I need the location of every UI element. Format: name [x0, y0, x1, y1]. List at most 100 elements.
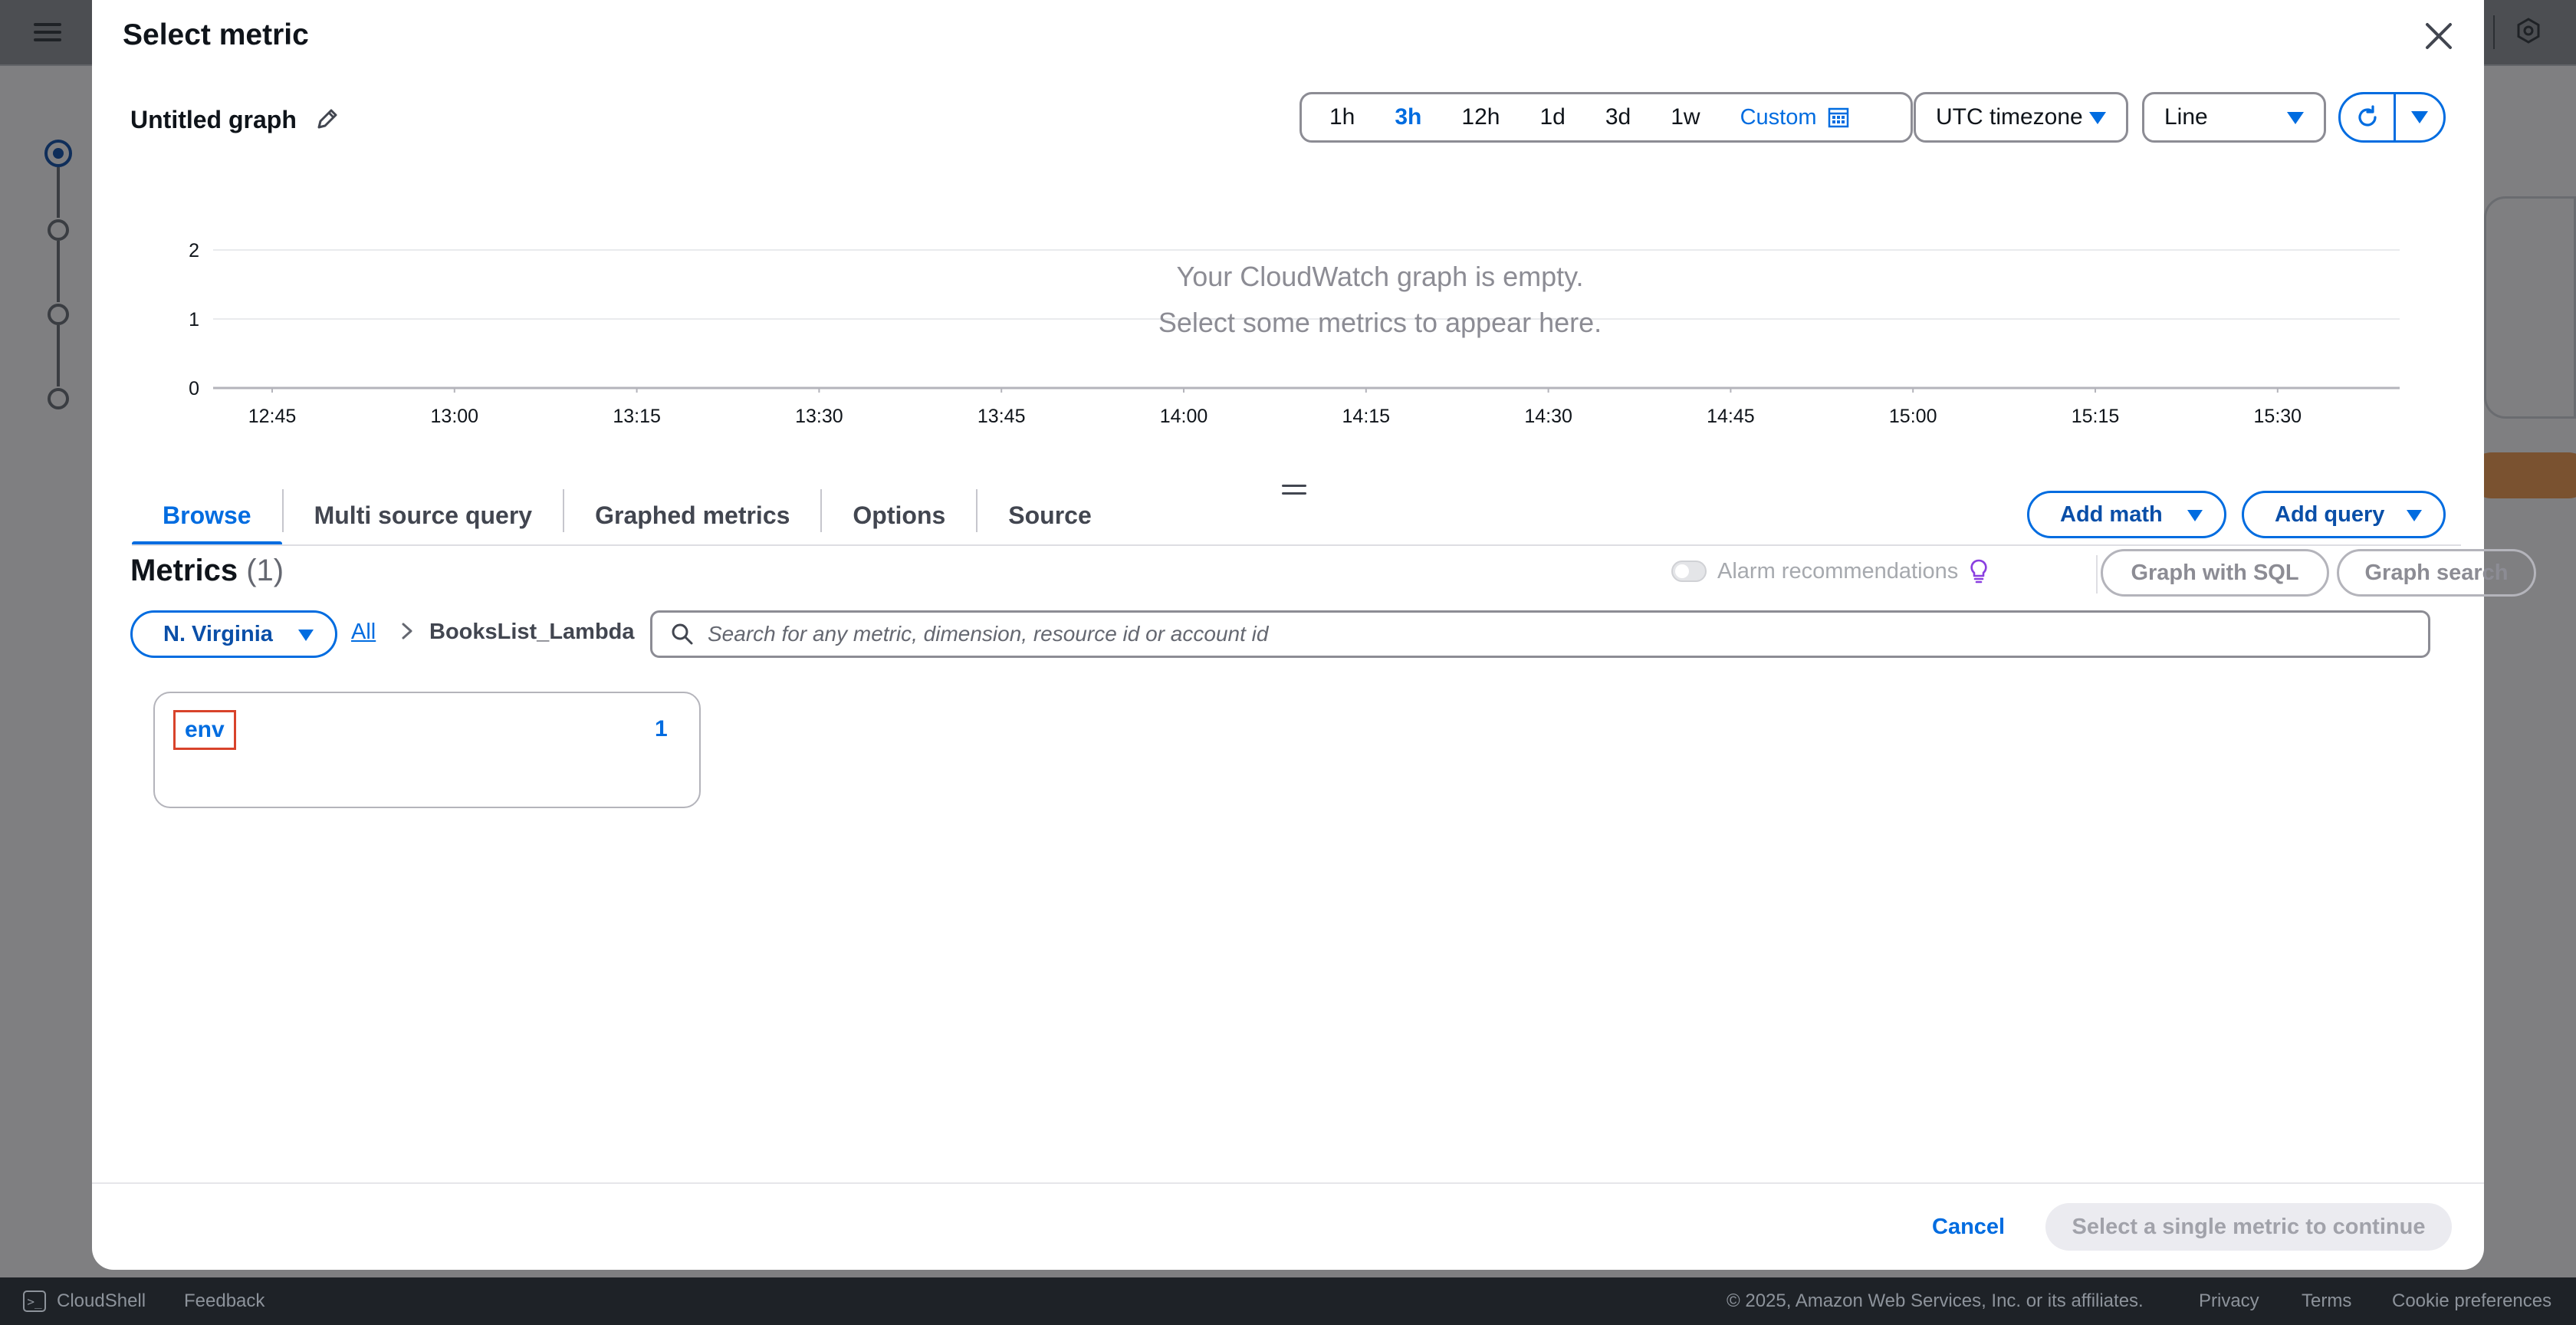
metric-namespace-card[interactable]: env 1	[153, 692, 701, 808]
caret-down-icon	[2089, 112, 2106, 124]
x-tick-label: 13:15	[613, 406, 661, 427]
step-indicator	[48, 388, 69, 409]
tabs-divider-line	[132, 544, 2461, 546]
step-connector	[57, 241, 60, 302]
close-icon[interactable]	[2420, 17, 2458, 55]
caret-down-icon	[2287, 112, 2304, 124]
edit-pencil-icon[interactable]	[314, 106, 340, 132]
copyright-text: © 2025, Amazon Web Services, Inc. or its…	[1727, 1290, 2144, 1311]
console-footer: >_ CloudShell Feedback © 2025, Amazon We…	[0, 1277, 2576, 1325]
step-indicator	[48, 219, 69, 241]
graph-type-select[interactable]: Line	[2142, 92, 2326, 143]
tab-options[interactable]: Options	[822, 485, 976, 546]
custom-label: Custom	[1740, 104, 1817, 130]
y-tick-label: 0	[189, 378, 199, 399]
menu-icon	[34, 18, 61, 46]
metric-search-field	[650, 610, 2430, 658]
lightbulb-icon[interactable]	[1969, 558, 1989, 584]
cloudshell-link[interactable]: >_ CloudShell	[23, 1290, 146, 1312]
terminal-icon: >_	[23, 1290, 46, 1312]
x-tick-label: 13:00	[431, 406, 479, 427]
calendar-icon	[1829, 107, 1849, 128]
breadcrumb-current: BooksList_Lambda	[429, 620, 635, 644]
empty-graph-message: Your CloudWatch graph is empty.	[1176, 261, 1584, 292]
graph-title: Untitled graph	[130, 106, 297, 133]
add-query-button[interactable]: Add query	[2242, 491, 2446, 538]
refresh-icon	[2358, 105, 2377, 127]
alarm-recommendations-label: Alarm recommendations	[1717, 558, 1959, 584]
background-primary-button	[2469, 452, 2576, 498]
caret-down-icon	[2187, 510, 2203, 521]
region-label: N. Virginia	[163, 621, 273, 646]
metrics-heading: Metrics (1)	[130, 554, 284, 588]
cookie-preferences-link[interactable]: Cookie preferences	[2392, 1290, 2551, 1312]
graph-search-button[interactable]: Graph search	[2337, 549, 2536, 597]
feedback-link[interactable]: Feedback	[184, 1290, 264, 1312]
graph-with-sql-button[interactable]: Graph with SQL	[2101, 549, 2329, 597]
cancel-button[interactable]: Cancel	[1932, 1215, 2005, 1240]
timezone-select[interactable]: UTC timezone	[1914, 92, 2128, 143]
x-tick-label: 14:45	[1707, 406, 1755, 427]
metric-card-count: 1	[655, 716, 668, 741]
x-tick-label: 12:45	[248, 406, 297, 427]
y-tick-label: 2	[189, 240, 199, 261]
add-query-label: Add query	[2275, 501, 2385, 527]
caret-down-icon	[2411, 111, 2428, 123]
x-tick-label: 15:00	[1889, 406, 1937, 427]
refresh-button[interactable]	[2341, 94, 2396, 140]
x-tick-label: 14:00	[1160, 406, 1208, 427]
search-icon	[672, 623, 693, 645]
alarm-recommendations-toggle[interactable]	[1671, 561, 1707, 582]
timezone-value: UTC timezone	[1936, 104, 2083, 130]
x-tick-label: 13:45	[978, 406, 1026, 427]
chevron-right-icon	[402, 623, 412, 639]
metric-tabs: Browse Multi source query Graphed metric…	[132, 485, 1122, 546]
time-range-1h[interactable]: 1h	[1329, 104, 1355, 130]
add-math-button[interactable]: Add math	[2027, 491, 2226, 538]
cloudshell-label: CloudShell	[57, 1290, 146, 1311]
metrics-title: Metrics	[130, 554, 238, 587]
tab-source[interactable]: Source	[978, 485, 1122, 546]
time-range-3d[interactable]: 3d	[1605, 104, 1631, 130]
time-range-custom[interactable]: Custom	[1740, 105, 1851, 130]
time-range-3h[interactable]: 3h	[1395, 104, 1421, 130]
tab-browse[interactable]: Browse	[132, 485, 282, 546]
select-metric-modal: Select metric Untitled graph 1h 3h 12h 1…	[92, 0, 2536, 1270]
step-connector	[57, 325, 60, 386]
divider	[2096, 555, 2098, 593]
metric-search-input[interactable]	[708, 622, 2428, 646]
step-indicator-active	[44, 140, 72, 167]
x-tick-label: 14:30	[1524, 406, 1572, 427]
refresh-interval-dropdown[interactable]	[2396, 94, 2443, 140]
tab-graphed-metrics[interactable]: Graphed metrics	[564, 485, 820, 546]
caret-down-icon	[298, 630, 314, 641]
x-tick-label: 14:15	[1342, 406, 1391, 427]
time-range-selector: 1h 3h 12h 1d 3d 1w Custom	[1300, 92, 1913, 143]
background-panel	[2484, 196, 2576, 419]
time-range-1d[interactable]: 1d	[1539, 104, 1565, 130]
time-range-1w[interactable]: 1w	[1671, 104, 1700, 130]
terms-link[interactable]: Terms	[2302, 1290, 2351, 1312]
metrics-count: (1)	[246, 554, 284, 587]
y-tick-label: 1	[189, 309, 199, 330]
metric-card-name[interactable]: env	[173, 710, 236, 750]
breadcrumb-all-link[interactable]: All	[351, 620, 376, 645]
refresh-button-group	[2338, 92, 2446, 143]
settings-hex-icon	[2517, 18, 2540, 44]
region-select-button[interactable]: N. Virginia	[130, 610, 337, 658]
alarm-recommendations: Alarm recommendations	[1671, 558, 1989, 584]
graph-type-value: Line	[2164, 104, 2208, 130]
empty-graph-hint: Select some metrics to appear here.	[1158, 307, 1602, 338]
divider	[2493, 15, 2495, 49]
modal-footer-divider	[92, 1182, 2484, 1184]
add-math-label: Add math	[2060, 501, 2163, 527]
step-indicator	[48, 304, 69, 325]
caret-down-icon	[2407, 510, 2422, 521]
time-range-12h[interactable]: 12h	[1461, 104, 1500, 130]
tab-multi-source-query[interactable]: Multi source query	[284, 485, 564, 546]
step-connector	[57, 167, 60, 218]
privacy-link[interactable]: Privacy	[2199, 1290, 2259, 1312]
x-tick-label: 15:30	[2254, 406, 2302, 427]
resize-handle[interactable]	[1282, 485, 1306, 500]
modal-title: Select metric	[123, 18, 309, 51]
